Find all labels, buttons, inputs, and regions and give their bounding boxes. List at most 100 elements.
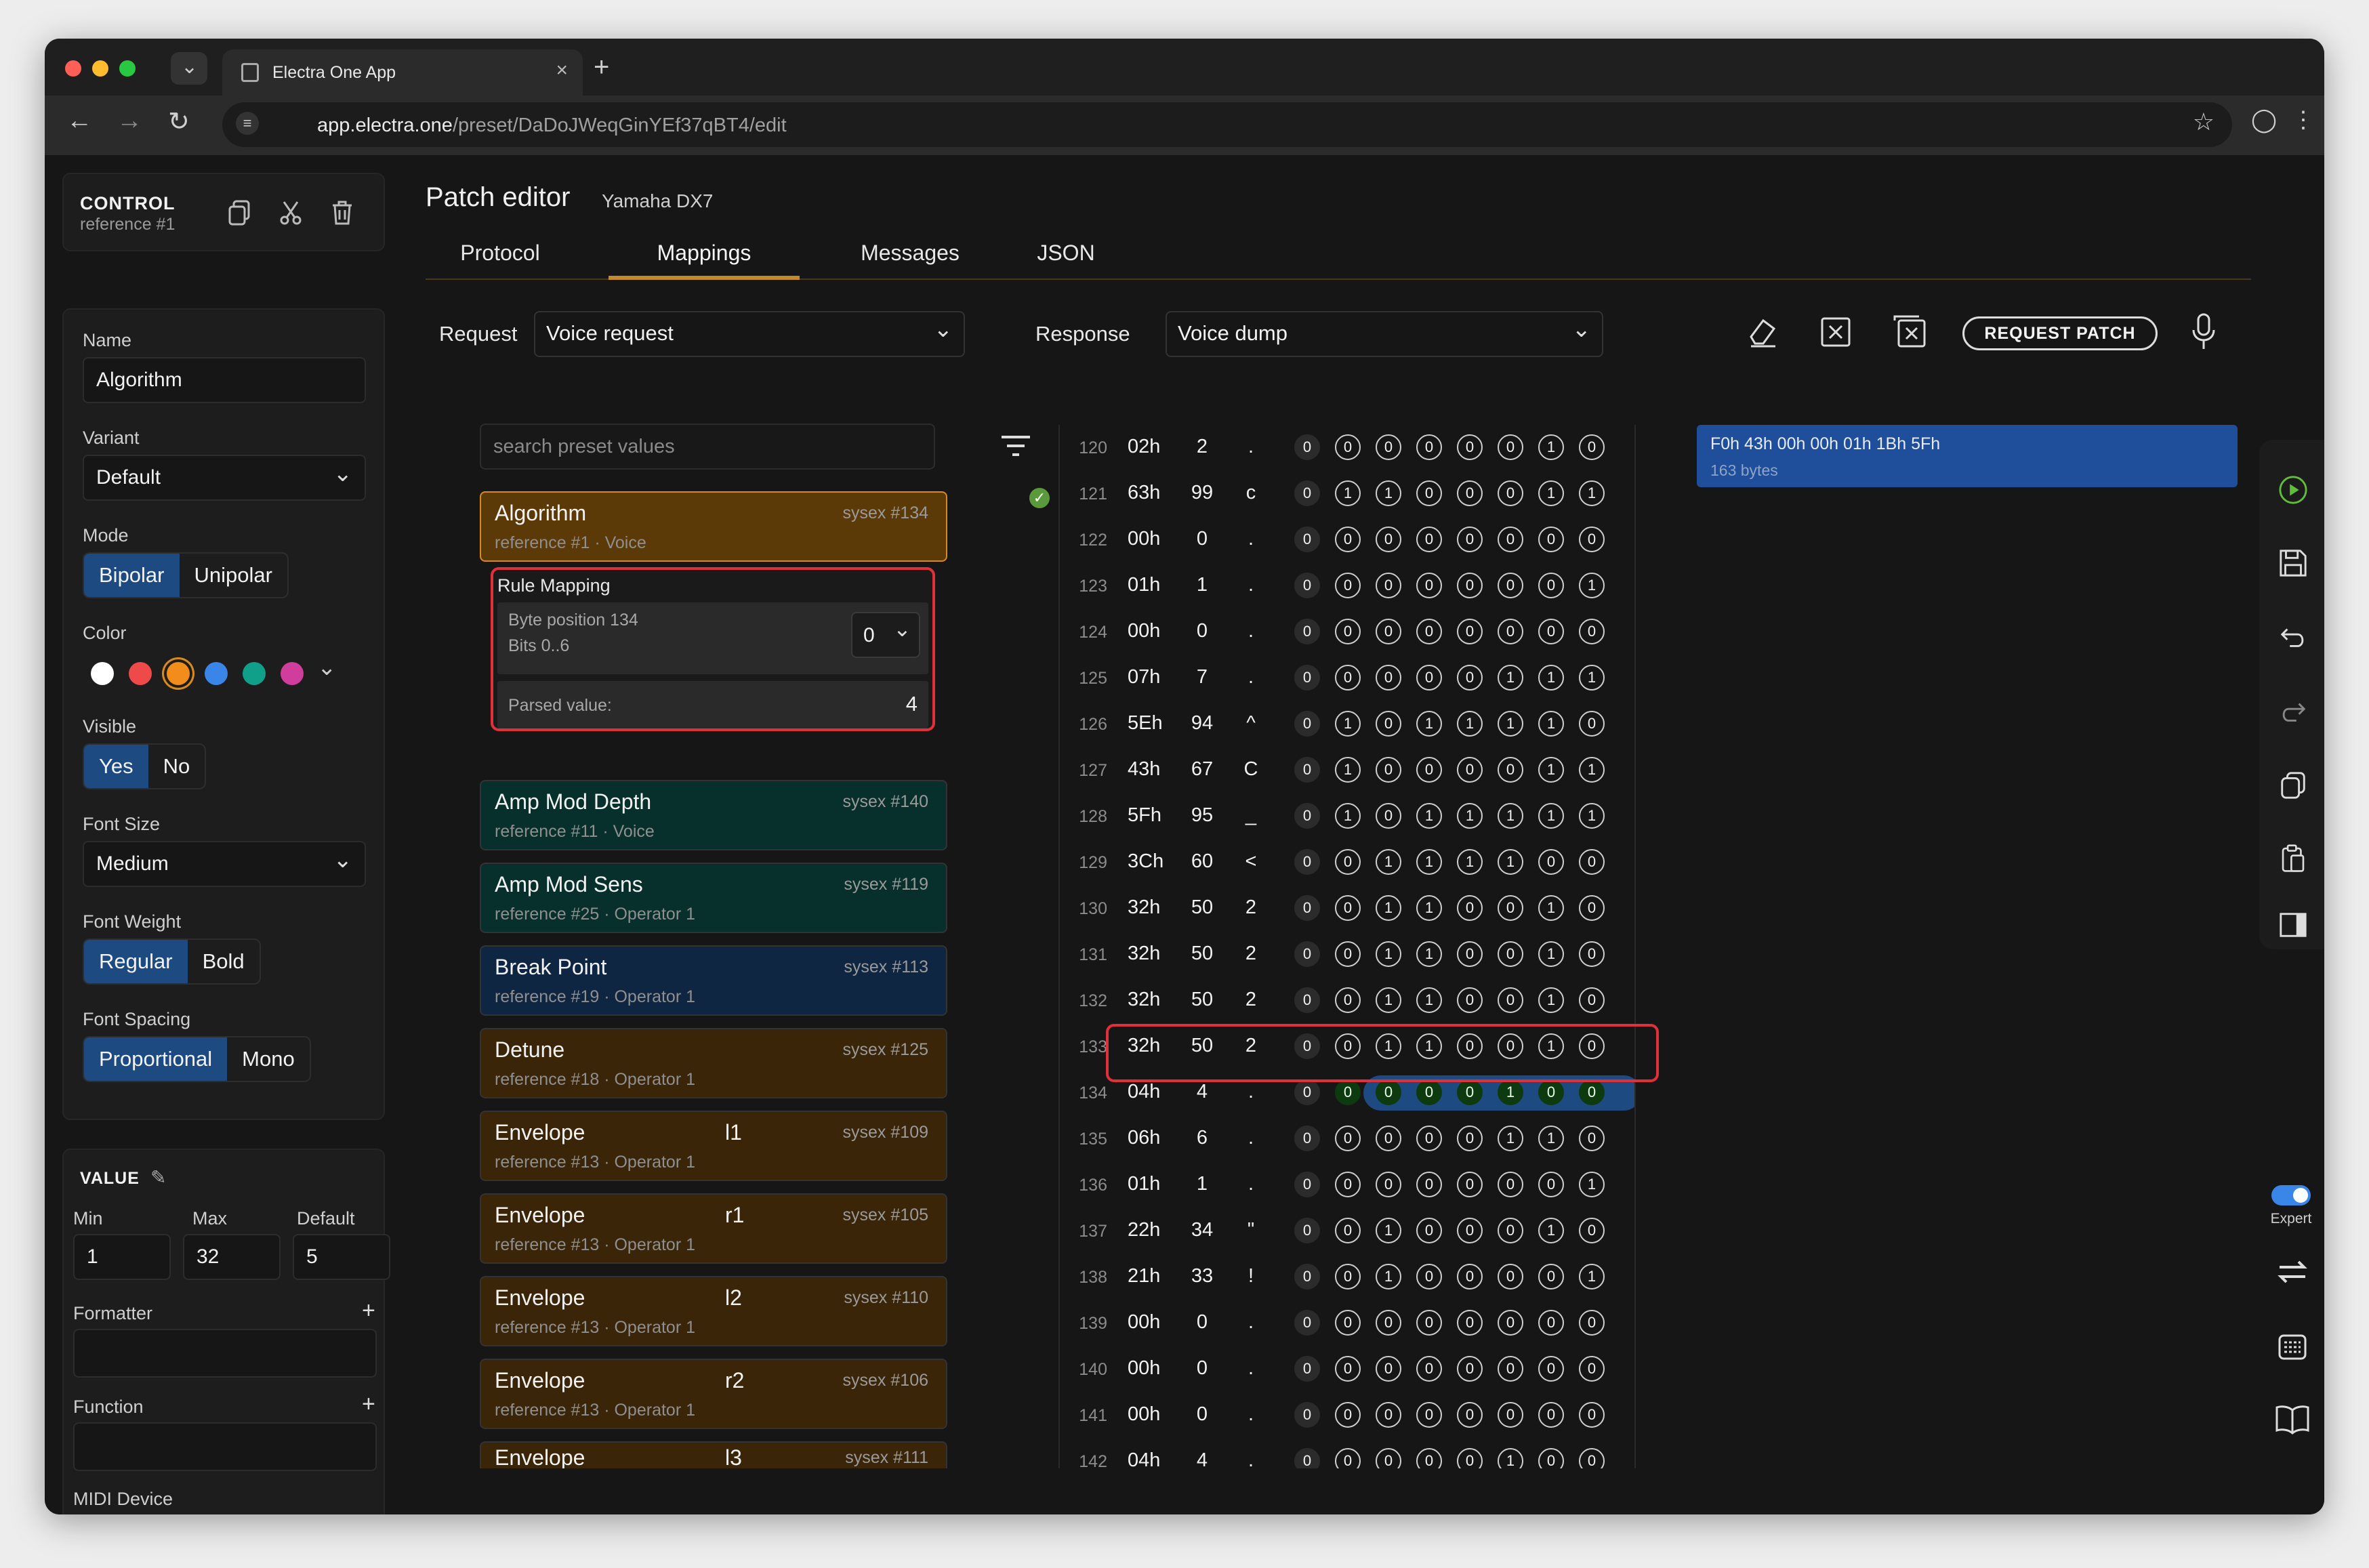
book-icon[interactable]	[2274, 1403, 2311, 1435]
bit-cell[interactable]: 1	[1416, 711, 1442, 737]
bit-cell[interactable]: 0	[1579, 987, 1605, 1013]
bit-cell[interactable]: 1	[1579, 803, 1605, 829]
more-menu-icon[interactable]: ⋮	[2292, 106, 2315, 133]
bit-cell[interactable]: 0	[1579, 849, 1605, 875]
bit-cell[interactable]: 0	[1335, 1448, 1361, 1468]
forward-icon[interactable]: →	[117, 106, 142, 136]
bit-cell[interactable]: 0	[1376, 1310, 1401, 1336]
bit-cell[interactable]: 1	[1579, 757, 1605, 783]
tab-mappings[interactable]: Mappings	[609, 241, 800, 266]
bit-cell[interactable]: 0	[1457, 941, 1483, 967]
copy-icon[interactable]	[2278, 770, 2308, 800]
microphone-icon[interactable]	[2190, 312, 2217, 350]
byte-row[interactable]: 132 32h 50 2 0 0 1 1 0 0 1 0	[1060, 978, 1634, 1024]
bit-cell[interactable]: 0	[1335, 941, 1361, 967]
bit-cell[interactable]: 0	[1376, 757, 1401, 783]
bit-cell[interactable]: 0	[1538, 1356, 1564, 1382]
bit-cell[interactable]: 0	[1457, 527, 1483, 552]
byte-row[interactable]: 136 01h 1. 0 0 0 0 0 0 0 1	[1060, 1162, 1634, 1208]
bit-cell[interactable]: 0	[1457, 1126, 1483, 1151]
bit-cell[interactable]: 1	[1457, 849, 1483, 875]
tab-messages[interactable]: Messages	[832, 241, 988, 266]
bit-cell[interactable]: 0	[1294, 434, 1320, 460]
bit-cell[interactable]: 0	[1538, 1264, 1564, 1290]
bit-cell[interactable]: 0	[1294, 1264, 1320, 1290]
bit-cell[interactable]: 0	[1457, 1310, 1483, 1336]
bit-cell[interactable]: 1	[1498, 711, 1523, 737]
bit-cell[interactable]: 0	[1579, 941, 1605, 967]
bit-cell[interactable]: 0	[1294, 1356, 1320, 1382]
bit-cell[interactable]: 0	[1335, 665, 1361, 690]
bit-cell[interactable]: 0	[1416, 434, 1442, 460]
bit-cell[interactable]: 0	[1416, 1264, 1442, 1290]
formatter-input[interactable]	[73, 1329, 377, 1378]
bit-cell[interactable]: 1	[1538, 987, 1564, 1013]
bit-cell[interactable]: 1	[1579, 573, 1605, 598]
bit-cell[interactable]: 0	[1335, 1218, 1361, 1243]
byte-row[interactable]: 123 01h 1. 0 0 0 0 0 0 0 1	[1060, 563, 1634, 609]
eraser-icon[interactable]	[1746, 315, 1779, 349]
bit-cell[interactable]: 0	[1538, 527, 1564, 552]
byte-row[interactable]: 122 00h 0. 0 0 0 0 0 0 0 0	[1060, 517, 1634, 563]
bit-cell[interactable]: 0	[1335, 527, 1361, 552]
bit-cell[interactable]: 0	[1376, 803, 1401, 829]
bit-cell[interactable]: 0	[1457, 1356, 1483, 1382]
bit-cell[interactable]: 0	[1579, 711, 1605, 737]
mapping-card[interactable]: Break Point sysex #113 reference #19 · O…	[480, 945, 947, 1016]
fontweight-bold-button[interactable]: Bold	[188, 940, 260, 983]
max-input[interactable]: 32	[183, 1234, 281, 1280]
bit-cell[interactable]: 0	[1335, 1126, 1361, 1151]
byte-row[interactable]: 141 00h 0. 0 0 0 0 0 0 0 0	[1060, 1392, 1634, 1439]
bit-cell[interactable]: 0	[1416, 665, 1442, 690]
add-function-icon[interactable]: +	[362, 1391, 375, 1418]
bit-cell[interactable]: 1	[1538, 941, 1564, 967]
tab-search-button[interactable]: ⌄	[171, 52, 207, 85]
default-input[interactable]: 5	[293, 1234, 390, 1280]
fontweight-regular-button[interactable]: Regular	[84, 940, 188, 983]
site-settings-icon[interactable]: ≡	[236, 112, 259, 135]
bit-cell[interactable]: 0	[1457, 1079, 1483, 1105]
bit-cell[interactable]: 0	[1335, 434, 1361, 460]
bit-cell[interactable]: 0	[1376, 1402, 1401, 1428]
mode-bipolar-button[interactable]: Bipolar	[84, 554, 180, 597]
bit-cell[interactable]: 1	[1335, 757, 1361, 783]
bit-cell[interactable]: 0	[1457, 1172, 1483, 1197]
bit-cell[interactable]: 0	[1376, 527, 1401, 552]
bit-cell[interactable]: 1	[1376, 895, 1401, 921]
color-swatch-red[interactable]	[129, 662, 152, 685]
bit-cell[interactable]: 0	[1457, 619, 1483, 644]
bit-cell[interactable]: 1	[1579, 1264, 1605, 1290]
color-swatch-blue[interactable]	[205, 662, 228, 685]
mapping-card[interactable]: Envelope l3 sysex #111	[480, 1441, 947, 1468]
bit-cell[interactable]: 0	[1335, 849, 1361, 875]
bit-cell[interactable]: 0	[1376, 619, 1401, 644]
color-swatch-magenta[interactable]	[281, 662, 304, 685]
bit-cell[interactable]: 0	[1579, 1402, 1605, 1428]
bit-cell[interactable]: 0	[1294, 1079, 1320, 1105]
bit-cell[interactable]: 0	[1335, 1310, 1361, 1336]
byte-row[interactable]: 139 00h 0. 0 0 0 0 0 0 0 0	[1060, 1300, 1634, 1346]
save-icon[interactable]	[2278, 548, 2308, 578]
redo-icon[interactable]	[2278, 697, 2308, 727]
close-tab-icon[interactable]: ×	[556, 59, 568, 82]
bit-cell[interactable]: 0	[1335, 1079, 1361, 1105]
byte-row[interactable]: 121 63h 99 c 0 1 1 0 0 0 1 1	[1060, 471, 1634, 517]
bit-cell[interactable]: 0	[1294, 1402, 1320, 1428]
bit-cell[interactable]: 0	[1335, 573, 1361, 598]
bit-cell[interactable]: 0	[1579, 1310, 1605, 1336]
variant-select[interactable]: Default	[83, 452, 366, 501]
bit-cell[interactable]: 0	[1498, 434, 1523, 460]
bit-cell[interactable]: 0	[1538, 1402, 1564, 1428]
byte-row[interactable]: 130 32h 50 2 0 0 1 1 0 0 1 0	[1060, 886, 1634, 932]
fontsize-select[interactable]: Medium	[83, 838, 366, 887]
bit-cell[interactable]: 0	[1498, 1218, 1523, 1243]
bit-cell[interactable]: 1	[1416, 987, 1442, 1013]
bit-cell[interactable]: 0	[1538, 849, 1564, 875]
minimize-window-button[interactable]	[92, 60, 108, 77]
bit-cell[interactable]: 0	[1416, 1310, 1442, 1336]
bit-cell[interactable]: 0	[1538, 1079, 1564, 1105]
bit-cell[interactable]: 0	[1294, 757, 1320, 783]
new-tab-icon[interactable]: +	[594, 52, 609, 83]
bit-cell[interactable]: 0	[1538, 1172, 1564, 1197]
bit-cell[interactable]: 0	[1498, 1356, 1523, 1382]
